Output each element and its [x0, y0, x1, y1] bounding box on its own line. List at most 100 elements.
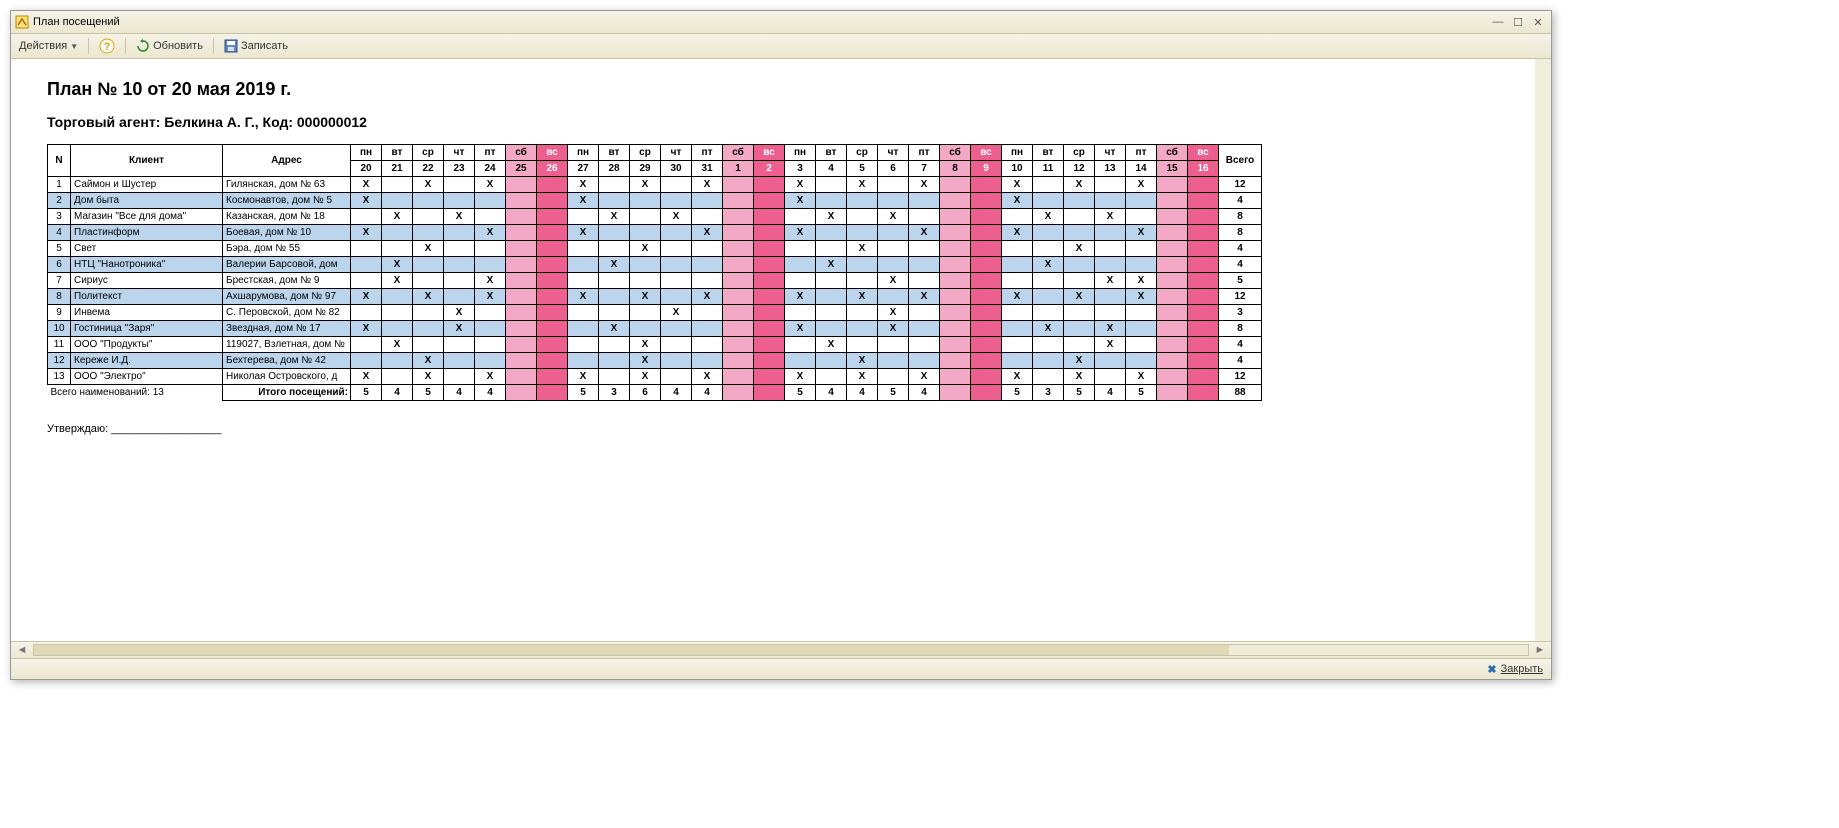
window-title: План посещений — [33, 16, 120, 28]
col-day: 13 — [1095, 161, 1126, 177]
cell-visit — [599, 369, 630, 385]
cell-visit — [692, 257, 723, 273]
refresh-button[interactable]: Обновить — [132, 37, 207, 55]
minimize-button[interactable]: — — [1489, 15, 1507, 29]
col-dow: пн — [568, 145, 599, 161]
table-row[interactable]: 12Кереже И.Д.Бехтерева, дом № 42XXXX4 — [48, 353, 1262, 369]
write-label: Записать — [241, 40, 288, 52]
cell-visit — [413, 321, 444, 337]
col-dow: пт — [475, 145, 506, 161]
col-dow: пт — [909, 145, 940, 161]
cell-address: Звездная, дом № 17 — [223, 321, 351, 337]
cell-client: Магазин "Все для дома" — [71, 209, 223, 225]
total-names: Всего наименований: 13 — [48, 385, 223, 401]
cell-visit — [1188, 353, 1219, 369]
cell-visit — [971, 257, 1002, 273]
cell-visit — [1188, 321, 1219, 337]
cell-rowtotal: 8 — [1219, 321, 1262, 337]
cell-visit — [909, 257, 940, 273]
cell-visit — [537, 225, 568, 241]
cell-visit — [1157, 273, 1188, 289]
cell-visit — [506, 305, 537, 321]
cell-visit — [1002, 257, 1033, 273]
col-dow: ср — [1064, 145, 1095, 161]
table-row[interactable]: 4ПластинформБоевая, дом № 10XXXXXXXX8 — [48, 225, 1262, 241]
col-day: 26 — [537, 161, 568, 177]
cell-coltotal: 4 — [444, 385, 475, 401]
table-row[interactable]: 8ПолитекстАхшарумова, дом № 97XXXXXXXXXX… — [48, 289, 1262, 305]
cell-coltotal: 4 — [475, 385, 506, 401]
table-row[interactable]: 1Саймон и ШустерГилянская, дом № 63XXXXX… — [48, 177, 1262, 193]
document-pane[interactable]: План № 10 от 20 мая 2019 г. Торговый аге… — [11, 59, 1551, 641]
cell-visit — [1157, 321, 1188, 337]
close-window-button[interactable]: ✕ — [1529, 15, 1547, 29]
cell-n: 9 — [48, 305, 71, 321]
cell-visit — [413, 193, 444, 209]
scroll-left-icon[interactable]: ◄ — [15, 643, 29, 657]
scroll-right-icon[interactable]: ► — [1533, 643, 1547, 657]
help-button[interactable]: ? — [95, 36, 119, 56]
cell-visit — [692, 273, 723, 289]
table-row[interactable]: 9ИнвемаС. Перовской, дом № 82XXX3 — [48, 305, 1262, 321]
cell-visit — [568, 321, 599, 337]
cell-coltotal: 5 — [413, 385, 444, 401]
table-row[interactable]: 10Гостиница "Заря"Звездная, дом № 17XXXX… — [48, 321, 1262, 337]
col-day: 10 — [1002, 161, 1033, 177]
cell-visit — [940, 321, 971, 337]
separator — [125, 38, 126, 54]
cell-address: Гилянская, дом № 63 — [223, 177, 351, 193]
cell-address: Боевая, дом № 10 — [223, 225, 351, 241]
cell-visit — [382, 241, 413, 257]
table-row[interactable]: 11ООО "Продукты"119027, Взлетная, дом №X… — [48, 337, 1262, 353]
maximize-button[interactable]: ☐ — [1509, 15, 1527, 29]
cell-visit: X — [1002, 193, 1033, 209]
cell-visit: X — [382, 337, 413, 353]
cell-visit — [1188, 289, 1219, 305]
table-row[interactable]: 3Магазин "Все для дома"Казанская, дом № … — [48, 209, 1262, 225]
cell-visit — [1033, 369, 1064, 385]
cell-visit — [661, 353, 692, 369]
table-row[interactable]: 2Дом бытаКосмонавтов, дом № 5XXXX4 — [48, 193, 1262, 209]
cell-visit — [1188, 257, 1219, 273]
cell-visit — [630, 209, 661, 225]
cell-visit — [537, 353, 568, 369]
close-button[interactable]: Закрыть — [1501, 663, 1543, 675]
cell-visit — [909, 321, 940, 337]
cell-visit — [785, 273, 816, 289]
cell-visit — [754, 321, 785, 337]
table-row[interactable]: 6НТЦ "Нанотроника"Валерии Барсовой, домX… — [48, 257, 1262, 273]
cell-visit — [1126, 257, 1157, 273]
col-dow: сб — [723, 145, 754, 161]
table-row[interactable]: 7СириусБрестская, дом № 9XXXXX5 — [48, 273, 1262, 289]
close-icon[interactable]: ✖ — [1487, 663, 1496, 676]
cell-visit — [754, 257, 785, 273]
cell-visit — [661, 241, 692, 257]
cell-visit: X — [785, 321, 816, 337]
table-row[interactable]: 13ООО "Электро"Николая Островского, дXXX… — [48, 369, 1262, 385]
cell-visit — [878, 369, 909, 385]
col-dow: пт — [1126, 145, 1157, 161]
table-row[interactable]: 5СветБэра, дом № 55XXXX4 — [48, 241, 1262, 257]
col-dow: пн — [351, 145, 382, 161]
cell-visit — [661, 193, 692, 209]
cell-visit: X — [1126, 273, 1157, 289]
cell-visit — [909, 305, 940, 321]
cell-visit — [847, 257, 878, 273]
cell-grandtotal: 88 — [1219, 385, 1262, 401]
cell-coltotal — [506, 385, 537, 401]
cell-visit — [847, 305, 878, 321]
cell-visit — [847, 337, 878, 353]
scroll-track[interactable] — [33, 644, 1529, 656]
vertical-scrollbar[interactable] — [1535, 59, 1551, 641]
cell-visit — [475, 209, 506, 225]
cell-visit — [1126, 321, 1157, 337]
scroll-thumb[interactable] — [34, 645, 1229, 655]
cell-visit — [599, 305, 630, 321]
write-button[interactable]: Записать — [220, 37, 292, 55]
actions-menu-button[interactable]: Действия ▼ — [15, 38, 82, 54]
cell-visit — [878, 193, 909, 209]
cell-coltotal — [1188, 385, 1219, 401]
cell-rowtotal: 4 — [1219, 257, 1262, 273]
horizontal-scrollbar[interactable]: ◄ ► — [11, 641, 1551, 658]
cell-visit — [1126, 193, 1157, 209]
